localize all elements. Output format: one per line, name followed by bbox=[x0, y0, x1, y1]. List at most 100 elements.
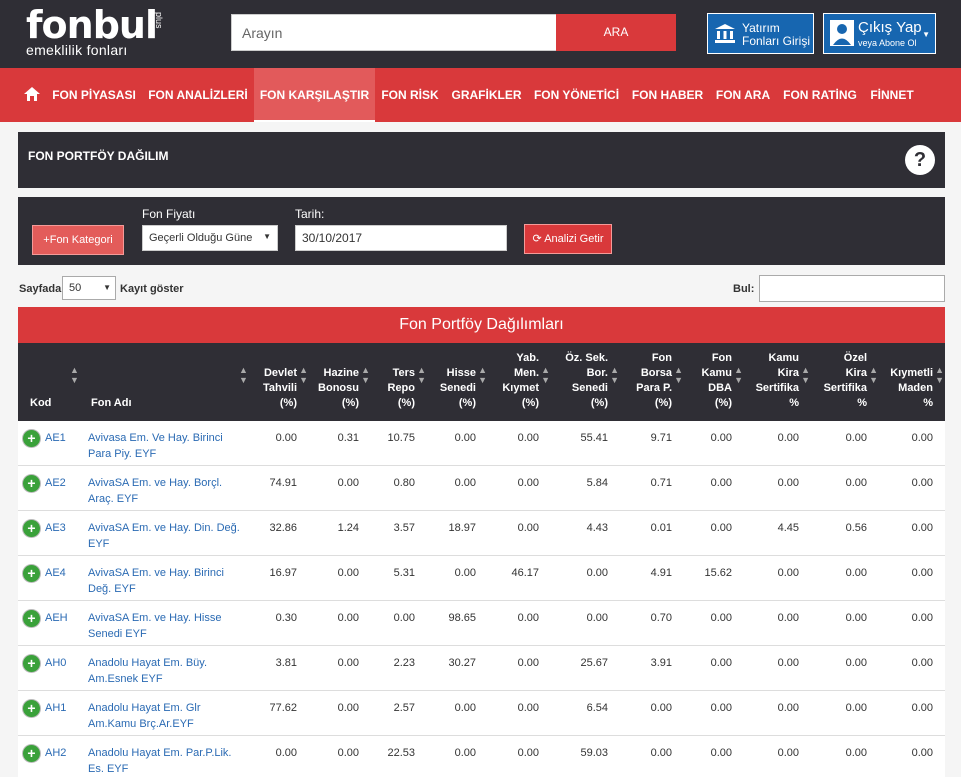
table-cell: 4.43 bbox=[586, 522, 608, 534]
table-cell: 0.00 bbox=[337, 567, 359, 579]
table-cell: 0.00 bbox=[777, 657, 799, 669]
fund-name-link[interactable]: AvivaSA Em. ve Hay. Birinci Değ. EYF bbox=[88, 565, 248, 597]
column-header-11[interactable]: Özel Kira Sertifika% ▲ ▼ bbox=[807, 343, 878, 421]
expand-row-icon[interactable]: + bbox=[23, 700, 40, 717]
fund-name-link[interactable]: AvivaSA Em. ve Hay. Din. Değ. EYF bbox=[88, 520, 248, 552]
search-input[interactable]: Arayın bbox=[231, 14, 557, 51]
get-analysis-button[interactable]: ⟳ Analizi Getir bbox=[524, 224, 612, 254]
date-input[interactable]: 30/10/2017 bbox=[295, 225, 507, 251]
table-row[interactable]: + AE3 AvivaSA Em. ve Hay. Din. Değ. EYF 32.… bbox=[18, 511, 945, 556]
table-row[interactable]: + AH1 Anadolu Hayat Em. Glr Am.Kamu Brç.Ar… bbox=[18, 691, 945, 736]
table-row[interactable]: + AE4 AvivaSA Em. ve Hay. Birinci Değ. EYF… bbox=[18, 556, 945, 601]
table-cell: 10.75 bbox=[387, 432, 415, 444]
table-row[interactable]: + AEH AvivaSA Em. ve Hay. Hisse Senedi EYF… bbox=[18, 601, 945, 646]
table-cell: 0.00 bbox=[911, 612, 933, 624]
column-header-5[interactable]: Hisse Senedi (%) ▲ ▼ bbox=[416, 343, 487, 421]
table-cell: 98.65 bbox=[448, 612, 476, 624]
column-header-7[interactable]: Öz. Sek. Bor. Senedi (%) ▲ ▼ bbox=[548, 343, 619, 421]
find-input[interactable] bbox=[759, 275, 945, 302]
fund-name-link[interactable]: Anadolu Hayat Em. Glr Am.Kamu Brç.Ar.EYF bbox=[88, 700, 248, 732]
fund-category-button[interactable]: +Fon Kategori bbox=[32, 225, 124, 255]
user-menu-button[interactable]: Çıkış Yap veya Abone Ol ▼ bbox=[823, 13, 936, 54]
nav-finnet[interactable]: FİNNET bbox=[864, 68, 920, 122]
nav-fon-karsilastir[interactable]: FON KARŞILAŞTIR bbox=[254, 68, 375, 122]
fund-code-link[interactable]: AE2 bbox=[45, 475, 66, 491]
column-header-4[interactable]: Ters Repo (%) ▲ ▼ bbox=[355, 343, 427, 421]
table-cell: 0.00 bbox=[454, 432, 476, 444]
investment-funds-login-button[interactable]: Yatırım Fonları Girişi bbox=[707, 13, 814, 54]
fund-name-link[interactable]: Anadolu Hayat Em. Büy. Am.Esnek EYF bbox=[88, 655, 248, 687]
nav-fon-rating[interactable]: FON RATİNG bbox=[776, 68, 864, 122]
column-header-0[interactable]: Kod ▲ ▼ bbox=[30, 343, 90, 421]
column-header-8[interactable]: Fon Borsa Para P. (%) ▲ ▼ bbox=[612, 343, 683, 421]
table-cell: 0.00 bbox=[650, 702, 672, 714]
column-header-label: Fon Borsa Para P. (%) bbox=[636, 352, 672, 409]
user-icon bbox=[830, 20, 854, 46]
help-icon[interactable]: ? bbox=[905, 145, 935, 175]
search-button[interactable]: ARA bbox=[556, 14, 676, 51]
table-row[interactable]: + AH2 Anadolu Hayat Em. Par.P.Lik. Es. EYF… bbox=[18, 736, 945, 777]
column-header-12[interactable]: Kıymetli Maden% ▲ ▼ bbox=[873, 343, 944, 421]
nav-grafikler[interactable]: GRAFİKLER bbox=[445, 68, 528, 122]
table-cell: 0.00 bbox=[911, 702, 933, 714]
table-cell: 0.00 bbox=[337, 477, 359, 489]
table-cell: 0.00 bbox=[777, 612, 799, 624]
main-nav: FON PİYASASI FON ANALİZLERİ FON KARŞILAŞ… bbox=[0, 68, 961, 122]
nav-fon-piyasasi[interactable]: FON PİYASASI bbox=[46, 68, 142, 122]
table-cell: 25.67 bbox=[580, 657, 608, 669]
fund-price-value: Geçerli Olduğu Güne bbox=[149, 232, 253, 244]
fund-name-link[interactable]: AvivaSA Em. ve Hay. Hisse Senedi EYF bbox=[88, 610, 248, 642]
table-cell: 1.24 bbox=[337, 522, 359, 534]
fund-code-link[interactable]: AH2 bbox=[45, 745, 66, 761]
expand-row-icon[interactable]: + bbox=[23, 475, 40, 492]
fund-code-link[interactable]: AEH bbox=[45, 610, 68, 626]
expand-row-icon[interactable]: + bbox=[23, 565, 40, 582]
table-cell: 0.00 bbox=[911, 567, 933, 579]
home-icon[interactable] bbox=[24, 87, 40, 101]
fund-name-link[interactable]: Avivasa Em. Ve Hay. Birinci Para Piy. EY… bbox=[88, 430, 248, 462]
nav-fon-yonetici[interactable]: FON YÖNETİCİ bbox=[528, 68, 625, 122]
table-row[interactable]: + AE2 AvivaSA Em. ve Hay. Borçl. Araç. EYF… bbox=[18, 466, 945, 511]
fund-code-link[interactable]: AE4 bbox=[45, 565, 66, 581]
nav-fon-haber[interactable]: FON HABER bbox=[625, 68, 710, 122]
table-cell: 0.71 bbox=[650, 477, 672, 489]
table-cell: 0.00 bbox=[710, 522, 732, 534]
table-header: Kod ▲ ▼ Fon Adı ▲ ▼ Devlet Tahvili (%) ▲ ▼ Hazine Bo… bbox=[18, 343, 945, 421]
table-cell: 0.00 bbox=[454, 747, 476, 759]
table-cell: 0.70 bbox=[650, 612, 672, 624]
table-cell: 0.00 bbox=[777, 702, 799, 714]
logo[interactable]: fonbul plus emeklilik fonları bbox=[26, 6, 164, 58]
fund-code-link[interactable]: AE1 bbox=[45, 430, 66, 446]
table-row[interactable]: + AH0 Anadolu Hayat Em. Büy. Am.Esnek EYF 3… bbox=[18, 646, 945, 691]
fund-code-link[interactable]: AH0 bbox=[45, 655, 66, 671]
date-label: Tarih: bbox=[295, 207, 325, 221]
column-header-10[interactable]: Kamu Kira Sertifika% ▲ ▼ bbox=[739, 343, 810, 421]
expand-row-icon[interactable]: + bbox=[23, 745, 40, 762]
nav-fon-analizleri[interactable]: FON ANALİZLERİ bbox=[142, 68, 254, 122]
table-cell: 0.00 bbox=[911, 522, 933, 534]
expand-row-icon[interactable]: + bbox=[23, 655, 40, 672]
table-cell: 0.00 bbox=[393, 612, 415, 624]
fund-price-select[interactable]: Geçerli Olduğu Güne ▼ bbox=[142, 225, 278, 251]
expand-row-icon[interactable]: + bbox=[23, 610, 40, 627]
nav-fon-ara[interactable]: FON ARA bbox=[710, 68, 776, 122]
fund-code-link[interactable]: AH1 bbox=[45, 700, 66, 716]
expand-row-icon[interactable]: + bbox=[23, 430, 40, 447]
table-cell: 0.30 bbox=[275, 612, 297, 624]
fund-code-link[interactable]: AE3 bbox=[45, 520, 66, 536]
column-header-6[interactable]: Yab. Men. Kıymet (%) ▲ ▼ bbox=[479, 343, 550, 421]
table-cell: 22.53 bbox=[387, 747, 415, 759]
column-header-2[interactable]: Devlet Tahvili (%) ▲ ▼ bbox=[237, 343, 308, 421]
nav-fon-risk[interactable]: FON RİSK bbox=[375, 68, 445, 122]
table-title: Fon Portföy Dağılımları bbox=[18, 307, 945, 343]
table-row[interactable]: + AE1 Avivasa Em. Ve Hay. Birinci Para Piy… bbox=[18, 421, 945, 466]
table-cell: 0.00 bbox=[911, 477, 933, 489]
table-cell: 3.57 bbox=[393, 522, 415, 534]
page-size-select[interactable]: 50 ▼ bbox=[62, 276, 116, 300]
column-header-9[interactable]: Fon Kamu DBA (%) ▲ ▼ bbox=[672, 343, 743, 421]
column-header-1[interactable]: Fon Adı ▲ ▼ bbox=[91, 343, 251, 421]
column-header-3[interactable]: Hazine Bonosu (%) ▲ ▼ bbox=[299, 343, 370, 421]
fund-name-link[interactable]: AvivaSA Em. ve Hay. Borçl. Araç. EYF bbox=[88, 475, 248, 507]
fund-name-link[interactable]: Anadolu Hayat Em. Par.P.Lik. Es. EYF bbox=[88, 745, 248, 777]
expand-row-icon[interactable]: + bbox=[23, 520, 40, 537]
